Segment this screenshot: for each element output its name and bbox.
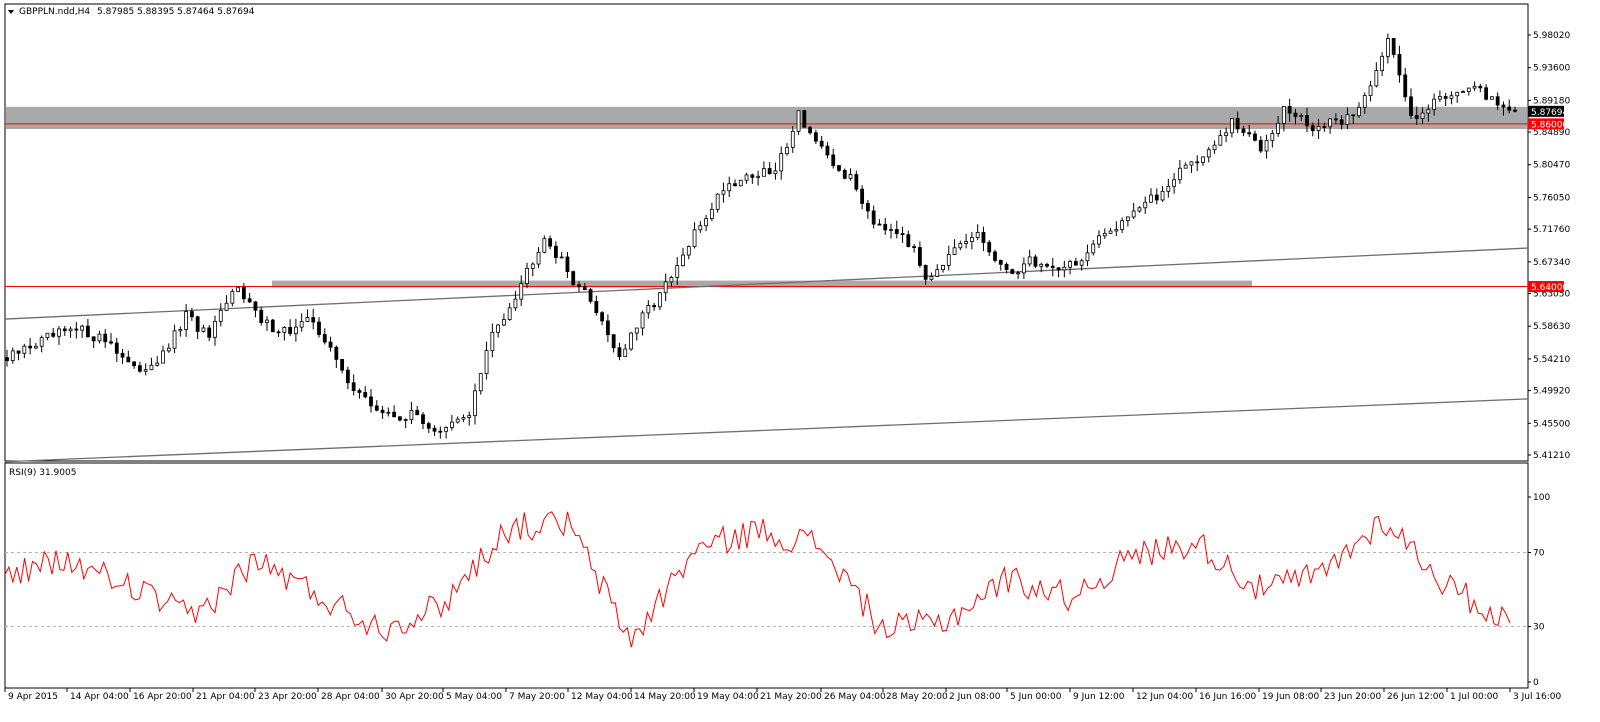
time-tick-label: 1 Jul 00:00 [1450,692,1499,702]
candle [571,270,576,286]
price-tick-label: 5.80470 [1533,161,1570,171]
price-tick-label: 5.45500 [1533,419,1570,429]
candle [588,288,593,304]
candle [842,168,847,180]
svg-text:5.64000: 5.64000 [1531,283,1568,293]
current-price-badge: 5.87694 [1528,105,1568,118]
time-tick-label: 21 May 20:00 [760,692,822,702]
price-tick-label: 5.58630 [1533,322,1570,332]
time-tick-label: 12 Jun 04:00 [1136,692,1193,702]
time-tick-label: 19 Jun 08:00 [1262,692,1319,702]
price-tick-label: 5.93600 [1533,64,1570,74]
trading-chart-window[interactable]: GBPPLN.ndd,H4 5.87985 5.88395 5.87464 5.8… [0,0,1600,722]
price-tick-label: 5.67340 [1533,258,1570,268]
time-tick-label: 30 Apr 20:00 [385,692,444,702]
time-tick-label: 9 Jun 12:00 [1073,692,1125,702]
price-tick-label: 5.41210 [1533,451,1570,461]
candle [796,110,801,135]
rsi-tick-label: 70 [1533,549,1545,559]
time-tick-label: 28 Apr 04:00 [321,692,380,702]
rsi-tick-label: 30 [1533,623,1545,633]
time-tick-label: 23 Apr 20:00 [258,692,317,702]
candle [802,109,807,128]
price-tick-label: 5.89180 [1533,96,1570,106]
rsi-tick-label: 0 [1533,678,1539,688]
time-tick-label: 7 May 20:00 [509,692,565,702]
time-tick-label: 5 Jun 00:00 [1010,692,1062,702]
price-tick-label: 5.76050 [1533,193,1570,203]
rsi-title: RSI(9) 31.9005 [9,468,76,478]
candle [715,193,720,213]
time-tick-label: 21 Apr 04:00 [196,692,255,702]
candle [270,318,275,333]
svg-text:5.87694: 5.87694 [1531,108,1568,118]
time-tick-label: 28 May 20:00 [886,692,948,702]
time-tick-label: 19 May 04:00 [697,692,759,702]
time-tick-label: 9 Apr 2015 [8,692,58,702]
chart-canvas[interactable]: GBPPLN.ndd,H4 5.87985 5.88395 5.87464 5.8… [0,0,1600,722]
candle [1489,96,1494,100]
candle [738,179,743,187]
resistance-price-badge: 5.86000 [1528,118,1568,130]
time-tick-label: 26 Jun 12:00 [1387,692,1444,702]
candle [629,332,633,351]
price-tick-label: 5.54210 [1533,355,1570,365]
price-tick-label: 5.49920 [1533,387,1570,397]
time-tick-label: 2 Jun 08:00 [949,692,1001,702]
time-tick-label: 26 May 04:00 [824,692,886,702]
support-price-badge: 5.64000 [1528,281,1568,293]
symbol-title: GBPPLN.ndd,H4 [19,7,90,17]
time-tick-label: 12 May 04:00 [571,692,633,702]
ohlc-readout: 5.87985 5.88395 5.87464 5.87694 [97,7,255,17]
time-tick-label: 23 Jun 20:00 [1324,692,1381,702]
time-tick-label: 5 May 04:00 [446,692,502,702]
candle [1010,268,1015,275]
candle [236,286,241,293]
price-tick-label: 5.98020 [1533,31,1570,41]
resistance-zone [6,106,1527,130]
candle [1391,38,1396,58]
rsi-tick-label: 100 [1533,493,1550,503]
time-tick-label: 16 Apr 20:00 [133,692,192,702]
time-tick-label: 16 Jun 16:00 [1199,692,1256,702]
time-tick-label: 3 Jul 16:00 [1513,692,1562,702]
svg-text:5.86000: 5.86000 [1531,120,1568,130]
time-tick-label: 14 Apr 04:00 [70,692,129,702]
price-tick-label: 5.71760 [1533,225,1570,235]
time-tick-label: 14 May 20:00 [634,692,696,702]
candle [993,249,997,263]
